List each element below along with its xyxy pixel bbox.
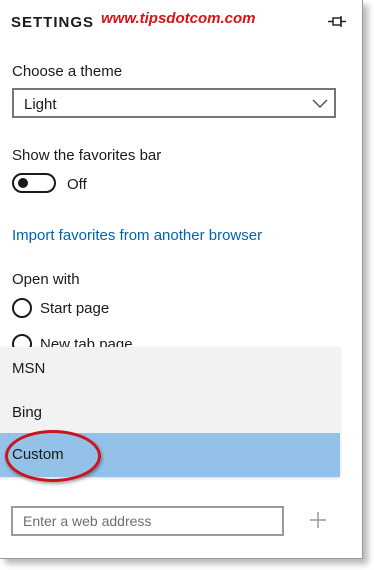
dropdown-option-label: Custom [12, 446, 64, 463]
import-favorites-link[interactable]: Import favorites from another browser [12, 227, 262, 244]
dropdown-option-label: Bing [12, 404, 43, 421]
settings-panel: SETTINGS www.tipsdotcom.com Choose a the… [0, 0, 363, 559]
favorites-bar-label: Show the favorites bar [12, 147, 162, 164]
theme-label: Choose a theme [12, 63, 123, 80]
radio-start-page-label: Start page [40, 300, 110, 317]
pin-icon[interactable] [327, 14, 347, 30]
dropdown-option-bing[interactable]: Bing [0, 391, 340, 435]
dropdown-option-msn[interactable]: MSN [0, 347, 340, 391]
dropdown-option-custom[interactable]: Custom [0, 433, 340, 477]
web-address-input[interactable] [11, 506, 284, 536]
favorites-bar-toggle[interactable] [12, 173, 56, 193]
dropdown-option-label: MSN [12, 360, 46, 377]
toggle-knob [18, 178, 28, 188]
theme-selected-value: Light [24, 96, 57, 113]
radio-circle [12, 298, 32, 318]
plus-icon[interactable] [307, 509, 329, 531]
chevron-down-icon [312, 99, 328, 109]
panel-title: SETTINGS [11, 14, 95, 31]
radio-start-page[interactable]: Start page [12, 298, 152, 320]
favorites-bar-toggle-state: Off [67, 176, 87, 193]
theme-select[interactable]: Light [12, 88, 336, 118]
open-with-label: Open with [12, 271, 80, 288]
watermark-text: www.tipsdotcom.com [101, 10, 256, 27]
new-tab-dropdown: MSN Bing Custom [0, 347, 340, 477]
